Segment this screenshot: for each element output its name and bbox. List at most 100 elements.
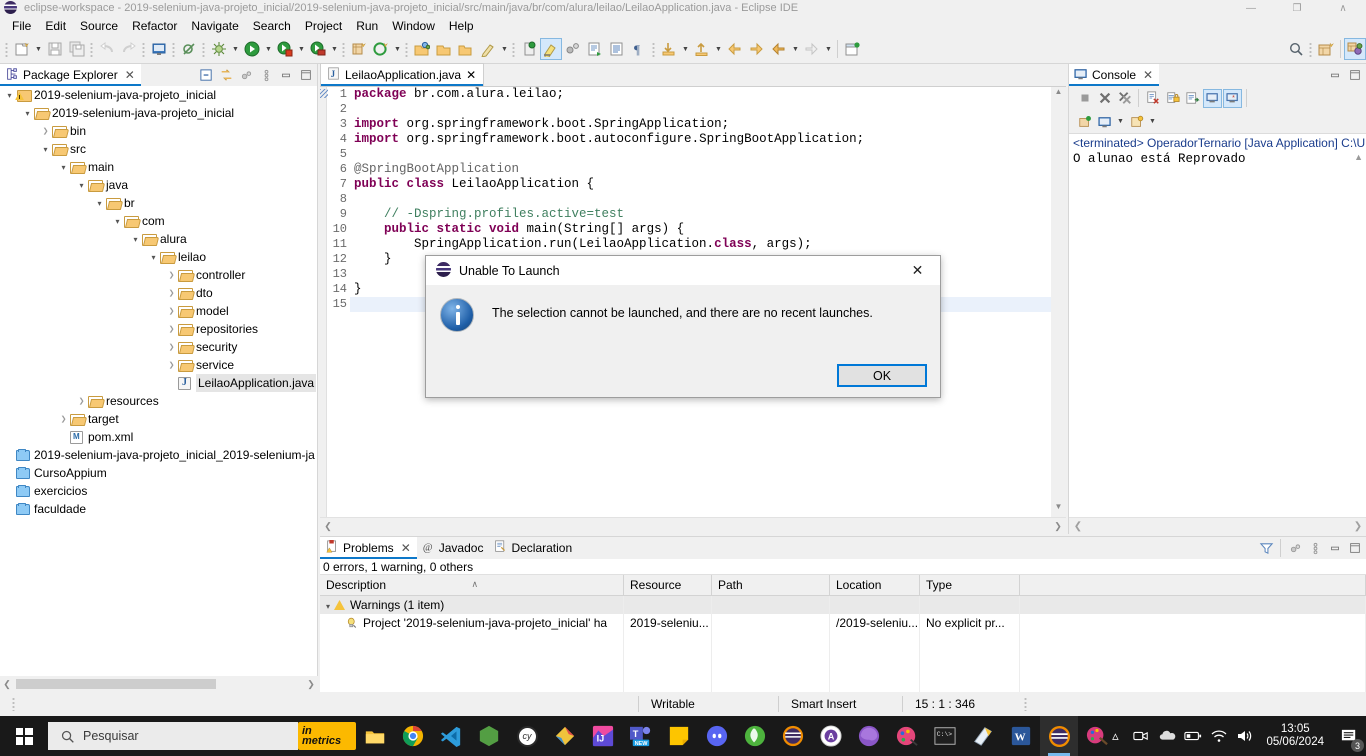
close-icon[interactable]: ✕	[466, 68, 476, 82]
package-explorer-hscrollbar[interactable]: ❮ ❯	[0, 676, 318, 692]
close-icon[interactable]: ✕	[125, 68, 135, 82]
run-external-dropdown-icon[interactable]: ▼	[329, 38, 340, 60]
minimize-button[interactable]: —	[1228, 0, 1274, 16]
view-menu-dots-icon[interactable]	[1286, 539, 1304, 557]
debug-icon[interactable]	[208, 38, 230, 60]
tree-expand-arrow[interactable]: ❯	[166, 356, 177, 374]
redo-icon[interactable]	[118, 38, 140, 60]
new-java-project-icon[interactable]	[348, 38, 370, 60]
mongodb-app[interactable]	[736, 716, 774, 756]
open-task-dropdown-icon[interactable]: ▼	[499, 38, 510, 60]
minimize-icon[interactable]	[277, 66, 295, 84]
menu-help[interactable]: Help	[442, 17, 481, 35]
tab-declaration[interactable]: Declaration	[489, 537, 579, 559]
new-wizard-dropdown-icon[interactable]: ▼	[33, 38, 44, 60]
tree-expand-arrow[interactable]: ▾	[76, 176, 87, 194]
save-all-icon[interactable]	[66, 38, 88, 60]
tree-expand-arrow[interactable]: ❯	[40, 122, 51, 140]
tree-expand-arrow[interactable]: ▾	[130, 230, 141, 248]
maximize-button[interactable]: ❐	[1274, 0, 1320, 16]
save-icon[interactable]	[44, 38, 66, 60]
run-coverage-icon[interactable]	[274, 38, 296, 60]
editor-hscrollbar[interactable]: ❮ ❯	[320, 517, 1066, 534]
back-icon[interactable]	[768, 38, 790, 60]
taskbar-clock[interactable]: 13:05 05/06/2024	[1258, 723, 1332, 749]
column-header-description[interactable]: Description ∧	[320, 575, 624, 595]
editor-vscrollbar[interactable]: ▲ ▼	[1051, 87, 1066, 517]
tree-item-cursoappium[interactable]: CursoAppium	[0, 464, 318, 482]
minimize-icon[interactable]	[1326, 539, 1344, 557]
menu-edit[interactable]: Edit	[38, 17, 73, 35]
tab-console[interactable]: Console ✕	[1069, 64, 1160, 86]
scroll-right-icon[interactable]: ❯	[1050, 521, 1066, 532]
toolbar-grip-7[interactable]	[404, 41, 410, 57]
toolbar-grip-4[interactable]	[171, 41, 177, 57]
open-task-icon[interactable]	[477, 38, 499, 60]
tree-item-2019-selenium-java-projeto-inicial[interactable]: ▾ 2019-selenium-java-projeto_inicial	[0, 86, 318, 104]
tree-item-main[interactable]: ▾ main	[0, 158, 318, 176]
vscode-app[interactable]	[432, 716, 470, 756]
notification-center-button[interactable]: 3	[1332, 716, 1366, 756]
tree-item-alura[interactable]: ▾ alura	[0, 230, 318, 248]
java-perspective-icon[interactable]	[1344, 38, 1366, 60]
tab-leilaoapplication-java[interactable]: J LeilaoApplication.java ✕	[320, 63, 485, 86]
collapse-all-icon[interactable]	[197, 66, 215, 84]
toolbar-grip[interactable]	[4, 41, 10, 57]
scroll-down-icon[interactable]: ▼	[1051, 502, 1066, 517]
code-line[interactable]	[350, 147, 1066, 162]
tree-expand-arrow[interactable]: ▾	[4, 86, 15, 104]
code-line[interactable]: import org.springframework.boot.SpringAp…	[350, 117, 1066, 132]
open-type-icon[interactable]	[411, 38, 433, 60]
tree-item-src[interactable]: ▾ src	[0, 140, 318, 158]
run-external-tools-icon[interactable]	[307, 38, 329, 60]
undo-icon[interactable]	[96, 38, 118, 60]
next-annotation-icon[interactable]	[584, 38, 606, 60]
purple-app[interactable]	[850, 716, 888, 756]
tree-expand-arrow[interactable]: ▾	[58, 158, 69, 176]
filter-icon[interactable]	[1257, 539, 1275, 557]
scroll-right-icon[interactable]: ❯	[1349, 521, 1366, 532]
menu-window[interactable]: Window	[385, 17, 442, 35]
open-perspective-icon[interactable]	[1315, 38, 1337, 60]
code-line[interactable]	[350, 192, 1066, 207]
search-input[interactable]: Pesquisar	[48, 722, 298, 750]
debug-dropdown-icon[interactable]: ▼	[230, 38, 241, 60]
maximize-icon[interactable]	[1346, 539, 1364, 557]
sticky-notes-app[interactable]	[964, 716, 1002, 756]
tree-item-faculdade[interactable]: faculdade	[0, 500, 318, 518]
scroll-left-icon[interactable]: ❮	[320, 521, 336, 532]
tree-item-repositories[interactable]: ❯ repositories	[0, 320, 318, 338]
ok-button[interactable]: OK	[837, 364, 927, 387]
upload-dropdown-icon[interactable]: ▼	[713, 38, 724, 60]
maximize-icon[interactable]	[297, 66, 315, 84]
toggle-mark-occurrences-icon[interactable]	[562, 38, 584, 60]
tree-expand-arrow[interactable]: ❯	[166, 284, 177, 302]
scroll-right-icon[interactable]: ❯	[304, 679, 318, 690]
tree-expand-arrow[interactable]: ❯	[76, 392, 87, 410]
tree-expand-arrow[interactable]: ❯	[166, 338, 177, 356]
show-whitespace-icon[interactable]	[606, 38, 628, 60]
tree-item-dto[interactable]: ❯ dto	[0, 284, 318, 302]
display-selected-console-icon[interactable]	[1095, 112, 1114, 131]
close-icon[interactable]: ✕	[401, 541, 411, 555]
scroll-up-icon[interactable]: ▲	[1051, 87, 1066, 102]
minimize-icon[interactable]	[1326, 66, 1344, 84]
problems-table[interactable]: Description ∧ Resource Path Location Type ▾ Wa…	[320, 575, 1366, 704]
tree-item-2019-selenium-java-projeto-inicial[interactable]: ▾ 2019-selenium-java-projeto_inicial	[0, 104, 318, 122]
tree-item-pom-xml[interactable]: pom.xml	[0, 428, 318, 446]
new-window-icon[interactable]	[841, 38, 863, 60]
column-header-path[interactable]: Path	[712, 575, 830, 595]
node-app[interactable]	[470, 716, 508, 756]
run-coverage-dropdown-icon[interactable]: ▼	[296, 38, 307, 60]
mysql-workbench-app[interactable]	[774, 716, 812, 756]
code-line[interactable]: public static void main(String[] args) {	[350, 222, 1066, 237]
tree-item-com[interactable]: ▾ com	[0, 212, 318, 230]
scroll-left-icon[interactable]: ❮	[0, 679, 14, 690]
code-line[interactable]: package br.com.alura.leilao;	[350, 87, 1066, 102]
word-wrap-icon[interactable]	[1183, 89, 1202, 108]
tree-item-java[interactable]: ▾ java	[0, 176, 318, 194]
console-scroll-up-icon[interactable]: ▲	[1354, 152, 1363, 162]
tree-expand-arrow[interactable]: ❯	[166, 302, 177, 320]
column-header-resource[interactable]: Resource	[624, 575, 712, 595]
tree-expand-arrow[interactable]: ▾	[40, 140, 51, 158]
